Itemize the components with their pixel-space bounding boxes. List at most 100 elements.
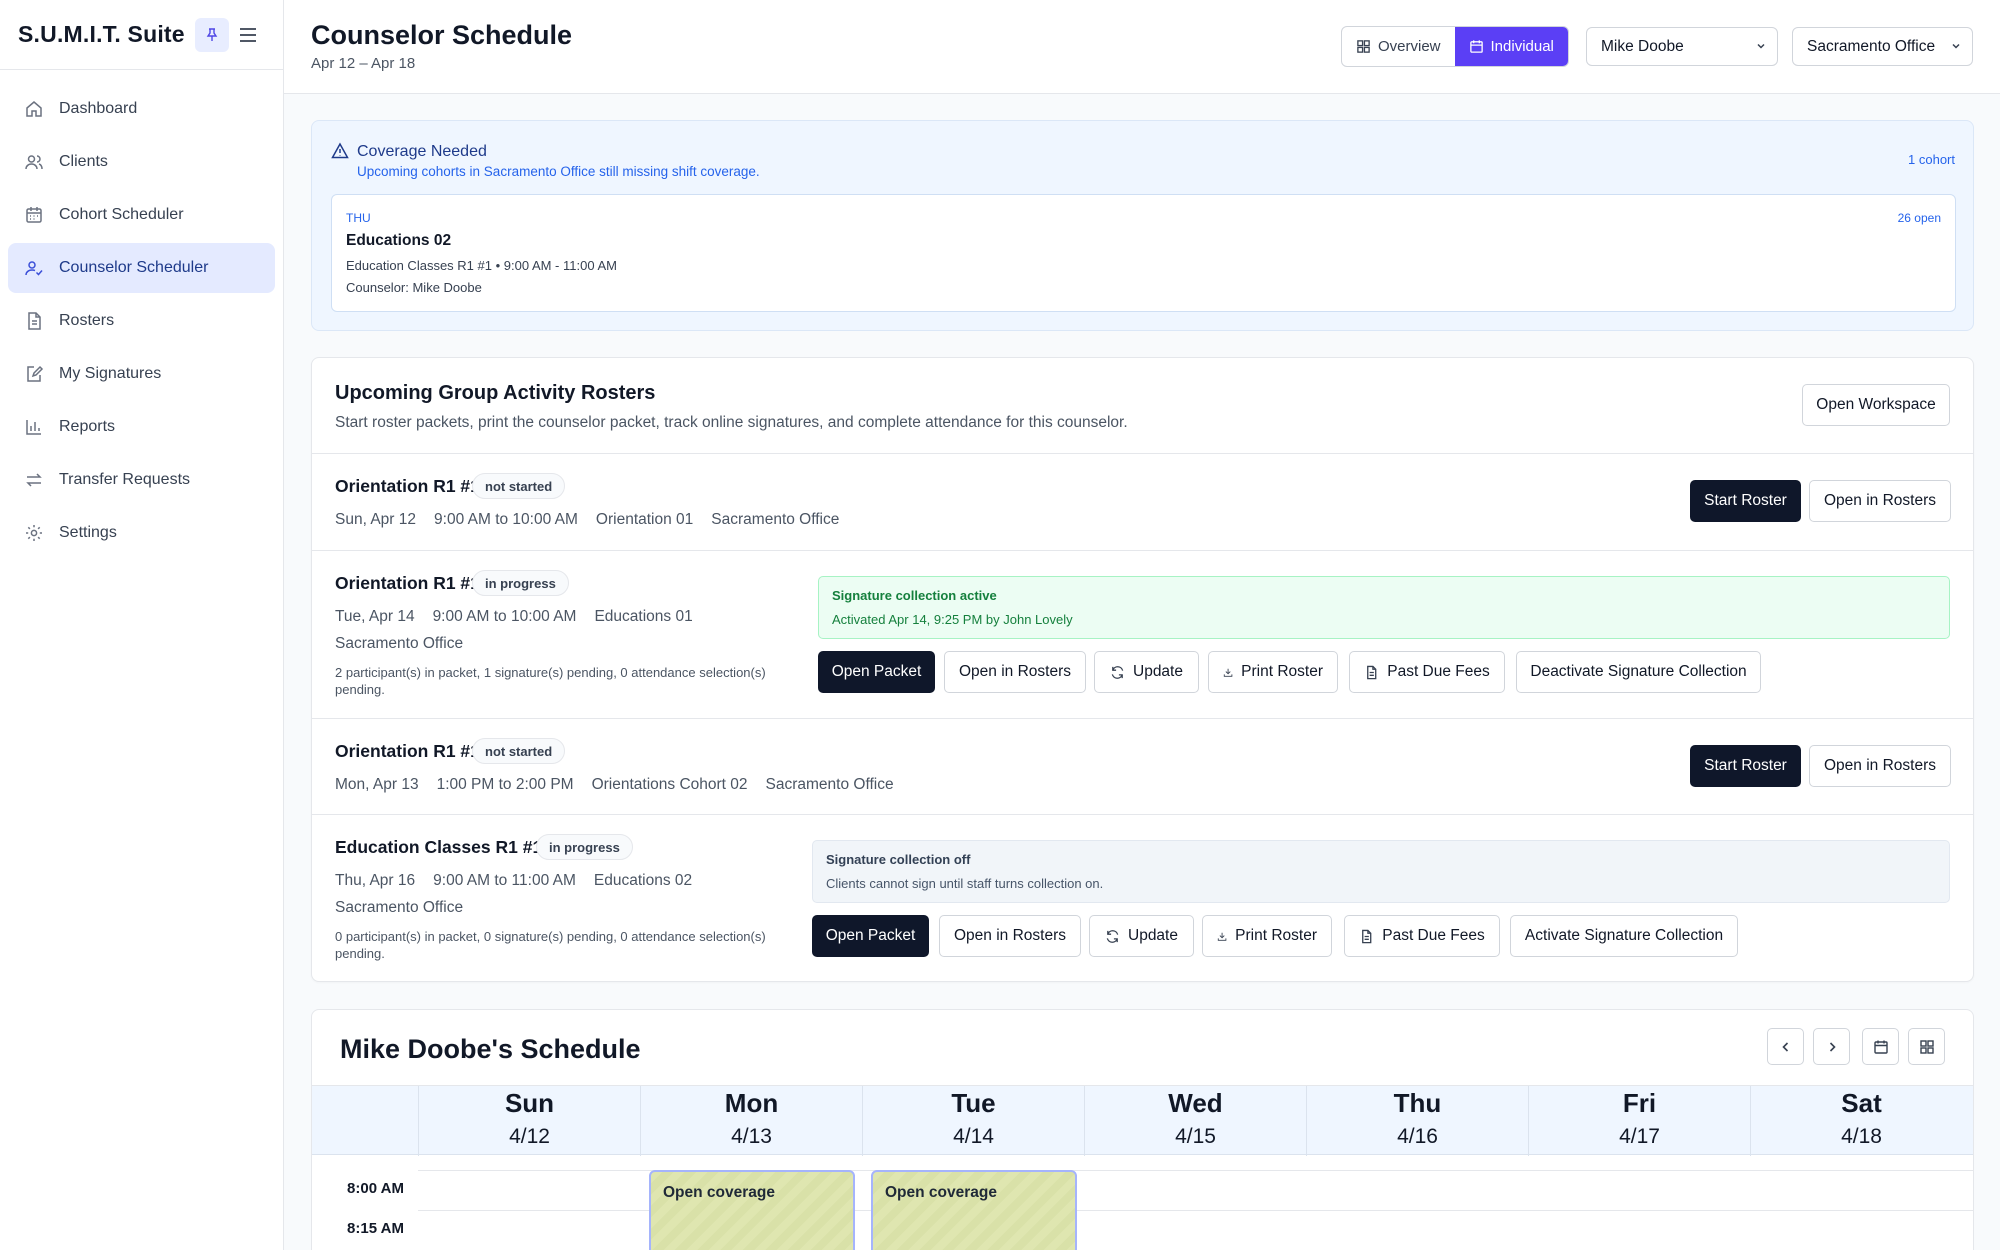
update-button[interactable]: Update bbox=[1094, 651, 1199, 693]
day-column-sun: Sun 4/12 bbox=[418, 1086, 640, 1156]
roster-date: Tue, Apr 14 bbox=[335, 608, 415, 625]
chevron-right-icon bbox=[1829, 1041, 1836, 1052]
gear-icon bbox=[26, 525, 42, 541]
roster-date: Thu, Apr 16 bbox=[335, 872, 416, 889]
day-date: 4/14 bbox=[953, 1125, 994, 1148]
past-due-fees-button[interactable]: Past Due Fees bbox=[1349, 651, 1505, 693]
sidebar-item-label: Settings bbox=[59, 524, 117, 541]
print-roster-button[interactable]: Print Roster bbox=[1208, 651, 1338, 693]
sidebar-item-label: Cohort Scheduler bbox=[59, 206, 184, 223]
sidebar-item-label: Reports bbox=[59, 418, 116, 435]
signature-status-title: Signature collection active bbox=[832, 588, 997, 603]
past-due-fees-label: Past Due Fees bbox=[1387, 663, 1490, 680]
day-column-mon: Mon 4/13 bbox=[640, 1086, 862, 1156]
next-week-button[interactable] bbox=[1813, 1028, 1850, 1065]
sidebar-item-label: Dashboard bbox=[59, 100, 138, 117]
time-label: 8:00 AM bbox=[347, 1180, 404, 1197]
coverage-card[interactable]: THU 26 open Educations 02 Education Clas… bbox=[331, 194, 1956, 312]
signature-status-off: Signature collection off Clients cannot … bbox=[812, 840, 1950, 903]
print-roster-label: Print Roster bbox=[1235, 927, 1317, 944]
brand-bar: S.U.M.I.T. Suite bbox=[0, 0, 283, 70]
grid-icon bbox=[1357, 40, 1370, 53]
start-roster-button[interactable]: Start Roster bbox=[1690, 480, 1801, 522]
hamburger-button[interactable] bbox=[231, 18, 265, 52]
calendar-header: Sun 4/12 Mon 4/13 Tue 4/14 Wed 4/15 Thu 4/16 … bbox=[312, 1085, 1973, 1156]
update-button[interactable]: Update bbox=[1089, 915, 1194, 957]
roster-cohort: Educations 01 bbox=[594, 608, 693, 625]
document-icon bbox=[28, 312, 41, 330]
coverage-cohort-name: Educations 02 bbox=[346, 232, 452, 249]
signature-status-title: Signature collection off bbox=[826, 852, 971, 867]
counselor-select[interactable]: Mike Doobe bbox=[1586, 27, 1778, 66]
coverage-banner: Coverage Needed Upcoming cohorts in Sacr… bbox=[311, 120, 1974, 331]
open-packet-button[interactable]: Open Packet bbox=[812, 915, 929, 957]
print-roster-button[interactable]: Print Roster bbox=[1202, 915, 1332, 957]
overview-button[interactable]: Overview bbox=[1342, 27, 1455, 66]
roster-cohort: Educations 02 bbox=[593, 872, 693, 889]
day-date: 4/18 bbox=[1841, 1125, 1882, 1148]
pin-icon bbox=[206, 27, 218, 41]
open-coverage-event[interactable]: Open coverage bbox=[649, 1170, 855, 1250]
page-header: Counselor Schedule Apr 12 – Apr 18 Overv… bbox=[284, 0, 2000, 94]
chevron-down-icon bbox=[1757, 43, 1765, 49]
page-title: Counselor Schedule bbox=[311, 20, 573, 50]
coverage-counselor: Counselor: Mike Doobe bbox=[346, 280, 482, 295]
day-name: Sun bbox=[504, 1088, 555, 1118]
date-range: Apr 12 – Apr 18 bbox=[311, 55, 416, 72]
roster-name: Orientation R1 #1 bbox=[335, 741, 480, 761]
calendar-view-button[interactable] bbox=[1862, 1028, 1899, 1065]
pin-button[interactable] bbox=[194, 17, 229, 52]
open-in-rosters-button[interactable]: Open in Rosters bbox=[1809, 745, 1951, 787]
users-icon bbox=[25, 155, 43, 170]
day-date: 4/16 bbox=[1397, 1125, 1438, 1148]
time-label: 8:15 AM bbox=[347, 1220, 404, 1237]
roster-note: 2 participant(s) in packet, 1 signature(… bbox=[335, 665, 766, 697]
day-name: Sat bbox=[1841, 1088, 1882, 1118]
open-coverage-event[interactable]: Open coverage bbox=[871, 1170, 1077, 1250]
sidebar-item-settings[interactable]: Settings bbox=[8, 508, 275, 558]
sidebar-item-transfer-requests[interactable]: Transfer Requests bbox=[8, 455, 275, 505]
roster-row: Orientation R1 #1 not started Mon, Apr 1… bbox=[312, 718, 1973, 814]
roster-office: Sacramento Office bbox=[711, 511, 840, 528]
individual-button[interactable]: Individual bbox=[1454, 27, 1568, 66]
open-workspace-button[interactable]: Open Workspace bbox=[1802, 384, 1950, 426]
sidebar-item-dashboard[interactable]: Dashboard bbox=[8, 84, 275, 134]
event-label: Open coverage bbox=[885, 1184, 997, 1201]
update-label: Update bbox=[1128, 927, 1178, 944]
sidebar-item-counselor-scheduler[interactable]: Counselor Scheduler bbox=[8, 243, 275, 293]
roster-time: 9:00 AM to 10:00 AM bbox=[432, 608, 577, 625]
previous-week-button[interactable] bbox=[1767, 1028, 1804, 1065]
roster-note: 0 participant(s) in packet, 0 signature(… bbox=[335, 929, 766, 961]
coverage-count: 1 cohort bbox=[1908, 152, 1955, 167]
hamburger-icon bbox=[240, 27, 256, 42]
open-in-rosters-button[interactable]: Open in Rosters bbox=[944, 651, 1086, 693]
day-column-thu: Thu 4/16 bbox=[1306, 1086, 1528, 1156]
start-roster-button[interactable]: Start Roster bbox=[1690, 745, 1801, 787]
deactivate-signature-collection-button[interactable]: Deactivate Signature Collection bbox=[1516, 651, 1761, 693]
chevron-left-icon bbox=[1781, 1041, 1788, 1052]
day-name: Thu bbox=[1393, 1088, 1442, 1118]
past-due-fees-button[interactable]: Past Due Fees bbox=[1344, 915, 1500, 957]
activate-signature-collection-button[interactable]: Activate Signature Collection bbox=[1510, 915, 1738, 957]
day-name: Fri bbox=[1622, 1088, 1657, 1118]
sidebar-item-my-signatures[interactable]: My Signatures bbox=[8, 349, 275, 399]
open-in-rosters-button[interactable]: Open in Rosters bbox=[939, 915, 1081, 957]
day-column-tue: Tue 4/14 bbox=[862, 1086, 1084, 1156]
open-in-rosters-button[interactable]: Open in Rosters bbox=[1809, 480, 1951, 522]
sidebar-item-rosters[interactable]: Rosters bbox=[8, 296, 275, 346]
schedule-panel: Mike Doobe's Schedule Sun 4/12 Mon 4/13 Tu… bbox=[311, 1009, 1974, 1250]
sidebar-item-reports[interactable]: Reports bbox=[8, 402, 275, 452]
roster-row: Orientation R1 #1 not started Sun, Apr 1… bbox=[312, 453, 1973, 550]
document-icon bbox=[1362, 929, 1372, 943]
grid-view-button[interactable] bbox=[1908, 1028, 1945, 1065]
office-select[interactable]: Sacramento Office bbox=[1792, 27, 1973, 66]
sidebar-item-clients[interactable]: Clients bbox=[8, 137, 275, 187]
transfer-icon bbox=[26, 473, 42, 487]
download-icon bbox=[1217, 932, 1227, 941]
bar-chart-icon bbox=[26, 420, 41, 435]
update-label: Update bbox=[1133, 663, 1183, 680]
sidebar-item-cohort-scheduler[interactable]: Cohort Scheduler bbox=[8, 190, 275, 240]
calendar-icon bbox=[1873, 1040, 1888, 1054]
open-packet-button[interactable]: Open Packet bbox=[818, 651, 935, 693]
day-date: 4/12 bbox=[509, 1125, 550, 1148]
